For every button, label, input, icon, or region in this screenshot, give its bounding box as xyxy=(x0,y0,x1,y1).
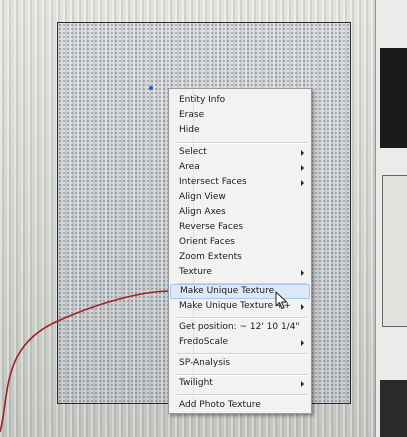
menu-item-reverse-faces[interactable]: Reverse Faces xyxy=(170,220,310,235)
menu-item-label: Orient Faces xyxy=(179,237,235,247)
menu-item-erase[interactable]: Erase xyxy=(170,108,310,123)
adjacent-viewport-panel xyxy=(375,0,407,437)
panel-light-region xyxy=(382,175,407,327)
menu-item-label: Align Axes xyxy=(179,207,226,217)
menu-item-make-unique-texture-plus[interactable]: Make Unique Texture ++ xyxy=(170,299,310,314)
menu-item-get-position[interactable]: Get position: ~ 12' 10 1/4" xyxy=(170,320,310,335)
menu-item-label: Texture xyxy=(179,267,212,277)
menu-item-orient-faces[interactable]: Orient Faces xyxy=(170,235,310,250)
menu-item-zoom-extents[interactable]: Zoom Extents xyxy=(170,250,310,265)
menu-item-intersect-faces[interactable]: Intersect Faces xyxy=(170,175,310,190)
panel-dark-region-bottom xyxy=(380,380,407,437)
menu-item-hide[interactable]: Hide xyxy=(170,123,310,138)
submenu-arrow-icon xyxy=(301,180,304,186)
submenu-arrow-icon xyxy=(301,340,304,346)
menu-item-align-view[interactable]: Align View xyxy=(170,190,310,205)
menu-item-label: Twilight xyxy=(179,378,213,388)
submenu-arrow-icon xyxy=(301,304,304,310)
menu-item-align-axes[interactable]: Align Axes xyxy=(170,205,310,220)
submenu-arrow-icon xyxy=(301,165,304,171)
menu-item-label: SP-Analysis xyxy=(179,358,231,368)
menu-item-label: FredoScale xyxy=(179,337,228,347)
texture-pin-marker[interactable] xyxy=(149,86,153,90)
menu-item-fredoscale[interactable]: FredoScale xyxy=(170,335,310,350)
menu-item-label: Intersect Faces xyxy=(179,177,247,187)
mouse-pointer-icon xyxy=(275,291,287,309)
menu-item-label: Align View xyxy=(179,192,226,202)
menu-item-entity-info[interactable]: Entity Info xyxy=(170,93,310,108)
submenu-arrow-icon xyxy=(301,150,304,156)
menu-item-twilight[interactable]: Twilight xyxy=(170,376,310,391)
menu-item-add-photo-texture[interactable]: Add Photo Texture xyxy=(170,398,310,413)
menu-item-label: Get position: ~ 12' 10 1/4" xyxy=(179,322,300,332)
submenu-arrow-icon xyxy=(301,381,304,387)
menu-item-label: Select xyxy=(179,147,207,157)
menu-item-label: Entity Info xyxy=(179,95,226,105)
menu-item-label: Zoom Extents xyxy=(179,252,242,262)
menu-item-label: Add Photo Texture xyxy=(179,400,261,410)
menu-item-label: Reverse Faces xyxy=(179,222,244,232)
menu-item-texture[interactable]: Texture xyxy=(170,265,310,280)
menu-separator xyxy=(177,353,307,355)
menu-item-label: Erase xyxy=(179,110,205,120)
menu-item-sp-analysis[interactable]: SP-Analysis xyxy=(170,356,310,371)
submenu-arrow-icon xyxy=(301,270,304,276)
menu-separator xyxy=(177,394,307,396)
menu-item-make-unique-texture[interactable]: Make Unique Texture xyxy=(170,284,310,299)
menu-item-label: Make Unique Texture xyxy=(180,286,275,296)
context-menu: Entity Info Erase Hide Select Area Inter… xyxy=(168,88,312,414)
menu-separator xyxy=(177,142,307,144)
menu-item-select[interactable]: Select xyxy=(170,145,310,160)
menu-item-label: Hide xyxy=(179,125,200,135)
menu-separator xyxy=(177,317,307,319)
menu-item-label: Area xyxy=(179,162,200,172)
panel-dark-region xyxy=(380,48,407,148)
menu-item-area[interactable]: Area xyxy=(170,160,310,175)
